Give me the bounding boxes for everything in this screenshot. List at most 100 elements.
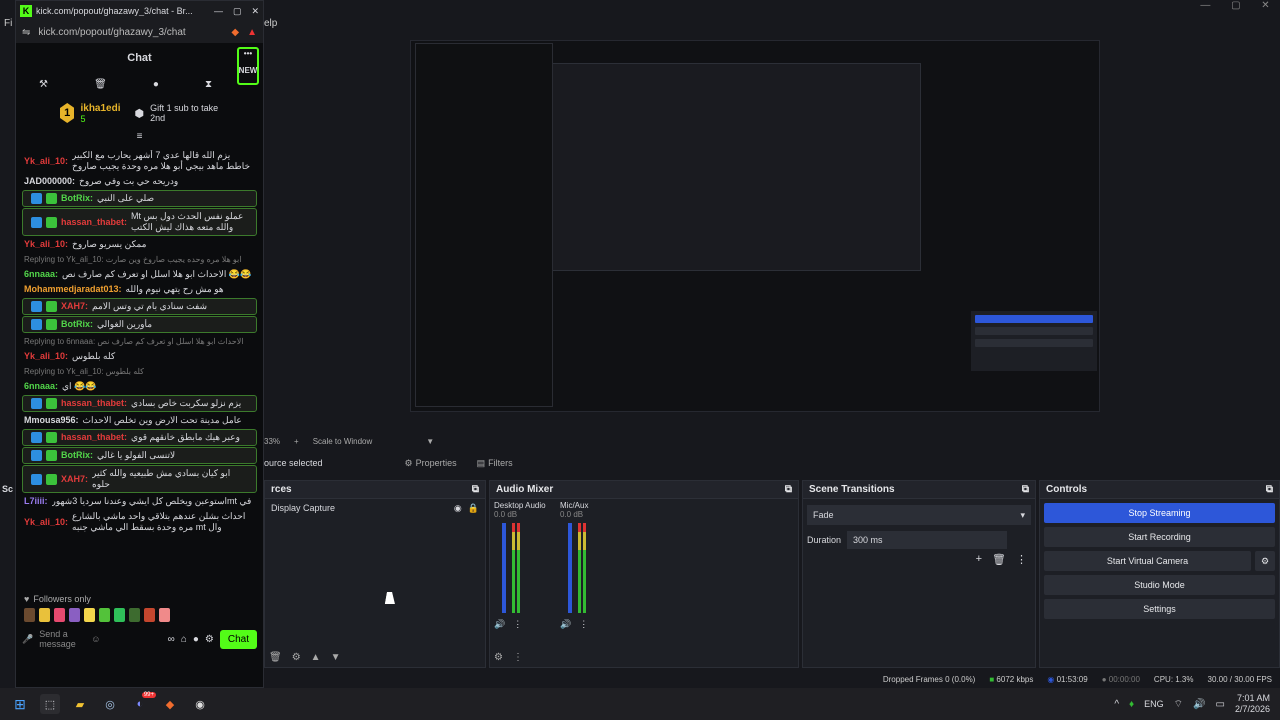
settings-button[interactable]: Settings [1044,599,1275,619]
file-explorer-icon[interactable]: ▰ [70,694,90,714]
chat-menu-button[interactable]: ••• NEW [237,47,259,85]
chat-username[interactable]: BotRix: [61,193,93,204]
reply-context[interactable]: Replying to 6nnaaa: الاحداث ابو هلا اسلل… [16,334,263,349]
address-bar[interactable]: ⇋ kick.com/popout/ghazawy_3/chat ◆ ▲ [16,21,263,43]
chat-username[interactable]: Yk_ali_10: [24,351,68,362]
speaker-icon[interactable]: 🔊 [560,619,571,630]
emote-icon[interactable] [54,608,65,622]
more-icon[interactable]: ⋮ [513,652,523,663]
source-item[interactable]: Display Capture ◉ 🔒 [265,499,485,518]
trash-icon[interactable]: 🗑 [269,652,282,663]
scale-to-window[interactable]: Scale to Window [313,437,373,446]
more-icon[interactable]: ⋮ [579,619,588,630]
chat-bubble-icon[interactable]: ● [153,79,159,90]
chat-username[interactable]: Mohammedjaradat013: [24,284,122,295]
chat-username[interactable]: L7iiii: [24,496,48,507]
minimize-icon[interactable]: — [214,6,223,16]
add-icon[interactable]: + [976,553,982,566]
gear-icon[interactable]: ⚙ [494,652,503,663]
gear-icon[interactable]: ⚙ [292,652,301,663]
reply-context[interactable]: Replying to Yk_ali_10: كله بلطوس [16,364,263,379]
start-virtual-camera-button[interactable]: Start Virtual Camera [1044,551,1251,571]
emote-icon[interactable] [159,608,170,622]
chat-username[interactable]: Yk_ali_10: [24,239,68,250]
eye-icon[interactable]: ◉ [454,503,462,514]
emote-icon[interactable] [39,608,50,622]
pinned-user[interactable]: ikha1edi [80,103,120,114]
chat-username[interactable]: XAH7: [61,301,88,312]
emote-icon[interactable] [84,608,95,622]
emote-icon[interactable] [114,608,125,622]
chat-username[interactable]: BotRix: [61,319,93,330]
chat-username[interactable]: 6nnaaa: [24,269,58,280]
close-icon[interactable]: ✕ [251,6,259,17]
file-menu-fragment[interactable]: Fi [4,18,12,29]
mic-icon[interactable]: 🎤 [22,634,33,645]
brave-shield-icon[interactable]: ◆ [231,27,239,38]
chat-username[interactable]: XAH7: [61,474,88,485]
brave-icon[interactable]: ◆ [160,694,180,714]
clock[interactable]: 7:01 AM 2/7/2026 [1235,693,1270,715]
properties-button[interactable]: ⚙ Properties [405,458,457,469]
volume-slider[interactable] [568,523,572,613]
chat-username[interactable]: Mmousa956: [24,415,79,426]
tray-app-icon[interactable]: ♦ [1129,699,1134,710]
tray-chevron-up-icon[interactable]: ^ [1114,699,1119,710]
gear-icon[interactable]: ⚙ [205,634,214,645]
duration-input[interactable]: 300 ms [847,531,1008,549]
close-icon[interactable]: ✕ [1261,0,1269,14]
chat-username[interactable]: Yk_ali_10: [24,517,68,528]
emote-icon[interactable] [99,608,110,622]
hammer-icon[interactable]: ⚒ [39,79,48,90]
chat-bubble-icon[interactable]: ● [193,634,199,645]
chat-username[interactable]: hassan_thabet: [61,398,127,409]
move-down-icon[interactable]: ▼ [331,652,341,663]
tray-language[interactable]: ENG [1144,699,1164,709]
trash-icon[interactable]: 🗑 [94,79,107,90]
chat-username[interactable]: JAD000000: [24,176,75,187]
speaker-icon[interactable]: 🔊 [494,619,505,630]
emoji-icon[interactable]: ☺ [91,634,100,644]
studio-mode-button[interactable]: Studio Mode [1044,575,1275,595]
trash-icon[interactable]: 🗑 [992,553,1006,566]
expand-chevron-icon[interactable]: ≡ [16,131,263,142]
chat-username[interactable]: hassan_thabet: [61,432,127,443]
obs-icon[interactable]: ◉ [190,694,210,714]
more-icon[interactable]: ⋮ [1016,553,1027,566]
emote-icon[interactable] [69,608,80,622]
chat-username[interactable]: Yk_ali_10: [24,156,68,167]
discord-icon[interactable]: ◐ 99+ [130,692,156,714]
minimize-icon[interactable]: — [1200,0,1210,14]
volume-slider[interactable] [502,523,506,613]
chat-input[interactable]: 🎤 Send a message ☺ [22,628,162,650]
dock-float-icon[interactable]: ⧉ [785,484,792,495]
steam-icon[interactable]: ◎ [100,694,120,714]
store-icon[interactable]: ⬚ [40,694,60,714]
chat-username[interactable]: BotRix: [61,450,93,461]
wifi-icon[interactable]: ⌔ [1174,698,1183,711]
dock-float-icon[interactable]: ⧉ [1022,484,1029,495]
filters-button[interactable]: ▤ Filters [477,458,513,469]
dock-float-icon[interactable]: ⧉ [472,484,479,495]
dock-float-icon[interactable]: ⧉ [1266,484,1273,495]
maximize-icon[interactable]: ▢ [1231,0,1240,14]
store-icon[interactable]: ⌂ [181,634,187,645]
site-info-icon[interactable]: ⇋ [22,27,30,38]
maximize-icon[interactable]: ▢ [233,6,242,17]
emote-icon[interactable] [24,608,35,622]
move-up-icon[interactable]: ▲ [311,652,321,663]
reply-context[interactable]: Replying to Yk_ali_10: ابو هلا مره وحده … [16,252,263,267]
add-icon[interactable]: + [294,437,299,446]
windows-start-icon[interactable]: ⊞ [10,694,30,714]
zoom-level[interactable]: 33% [264,437,280,446]
emote-icon[interactable] [129,608,140,622]
speaker-icon[interactable]: 🔊 [1193,699,1205,710]
infinity-icon[interactable]: ∞ [168,634,175,645]
hourglass-icon[interactable]: ⧗ [205,79,212,90]
chat-username[interactable]: hassan_thabet: [61,217,127,228]
chat-username[interactable]: 6nnaaa: [24,381,58,392]
chat-send-button[interactable]: Chat [219,629,257,649]
emote-icon[interactable] [144,608,155,622]
transition-select[interactable]: Fade ▾ [807,505,1031,525]
start-recording-button[interactable]: Start Recording [1044,527,1275,547]
